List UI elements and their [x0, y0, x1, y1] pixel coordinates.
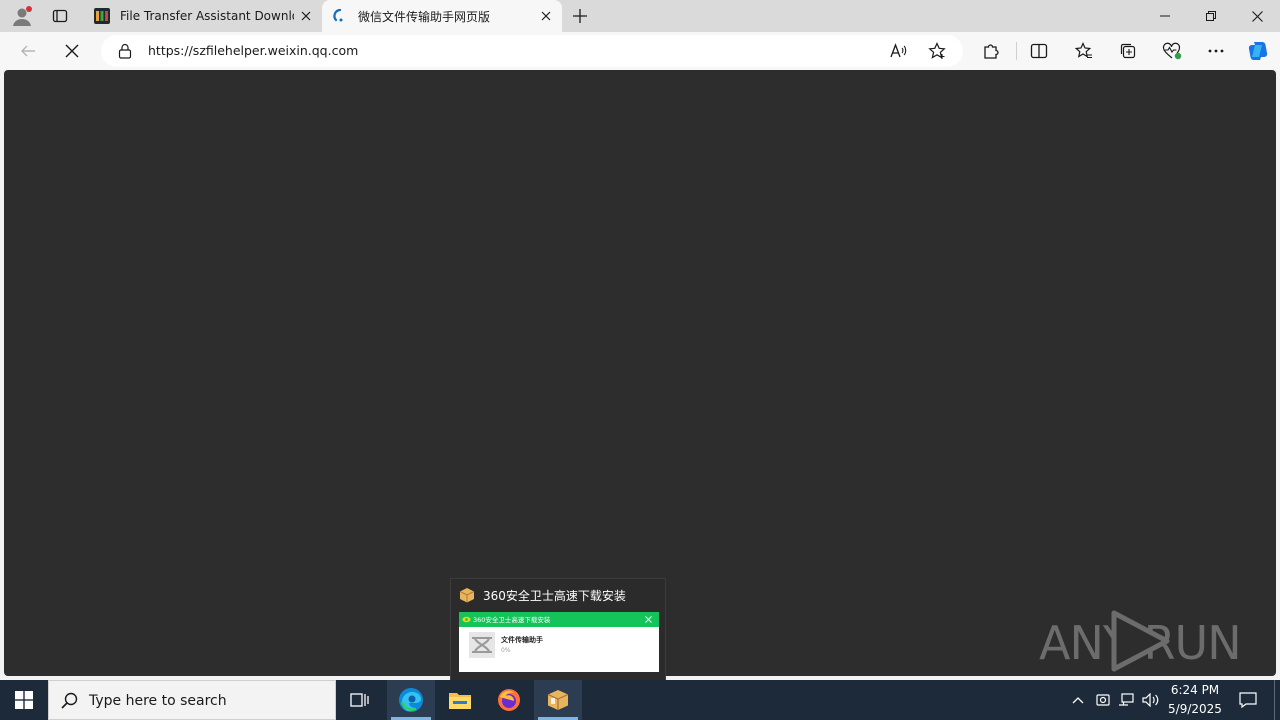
copilot-icon	[1248, 42, 1268, 60]
file-helper-app-icon	[469, 632, 495, 658]
thumbnail-preview[interactable]: 360安全卫士高速下载安装 文件传输助手 0%	[459, 612, 659, 672]
anyrun-watermark: ANY RUN	[1039, 610, 1242, 672]
restore-icon	[1206, 11, 1216, 21]
close-window-button[interactable]	[1234, 0, 1280, 32]
split-screen-button[interactable]	[1023, 35, 1055, 67]
tab-title: File Transfer Assistant Download	[120, 9, 294, 23]
close-icon	[645, 616, 652, 623]
close-icon	[1251, 10, 1263, 22]
new-tab-button[interactable]	[566, 2, 594, 30]
folder-icon	[449, 693, 471, 709]
network-icon	[1119, 693, 1134, 706]
tray-network-button[interactable]	[1115, 680, 1137, 720]
action-center-button[interactable]	[1224, 680, 1272, 720]
edge-browser-icon	[399, 688, 423, 712]
windows-logo-icon	[15, 691, 33, 709]
tab-close-button[interactable]	[534, 4, 558, 28]
stop-loading-button[interactable]	[56, 35, 88, 67]
close-icon	[541, 11, 551, 21]
tab-file-transfer-download[interactable]: File Transfer Assistant Download	[84, 0, 322, 32]
stop-icon	[65, 44, 79, 58]
toolbar-divider	[1016, 42, 1017, 60]
collections-button[interactable]	[1112, 35, 1144, 67]
extensions-button[interactable]	[975, 35, 1007, 67]
thumbnail-title: 360安全卫士高速下载安装	[483, 589, 626, 603]
chevron-up-icon	[1072, 697, 1084, 704]
package-icon	[547, 690, 569, 710]
tab-title: 微信文件传输助手网页版	[358, 9, 491, 24]
package-icon	[459, 588, 475, 603]
taskbar-file-explorer-button[interactable]	[436, 680, 484, 720]
taskbar-firefox-button[interactable]	[485, 680, 533, 720]
favorites-button[interactable]	[1068, 35, 1100, 67]
clock-date[interactable]: 5/9/2025	[1160, 702, 1230, 716]
show-desktop-button[interactable]	[1274, 680, 1275, 720]
shield-icon	[462, 616, 471, 623]
app-favicon-icon	[94, 8, 110, 24]
profile-button[interactable]	[8, 2, 36, 30]
camera-icon	[1096, 694, 1110, 706]
heart-pulse-icon	[1162, 42, 1182, 60]
taskbar-thumbnail-popup[interactable]: 360安全卫士高速下载安装 360安全卫士高速下载安装 文件传输助手 0%	[450, 578, 666, 682]
restore-button[interactable]	[1188, 0, 1234, 32]
firefox-icon	[498, 689, 520, 711]
search-placeholder: Type here to search	[89, 693, 227, 709]
settings-more-button[interactable]	[1200, 35, 1232, 67]
start-button[interactable]	[0, 680, 48, 720]
browser-essentials-button[interactable]	[1156, 35, 1188, 67]
notification-icon	[1239, 692, 1257, 708]
preview-progress: 0%	[501, 647, 511, 654]
task-view-button[interactable]	[336, 680, 384, 720]
preview-header-bar: 360安全卫士高速下载安装	[459, 612, 659, 627]
taskbar-installer-button[interactable]	[534, 680, 582, 720]
tab-strip: File Transfer Assistant Download 微信文件传输助…	[0, 0, 1280, 32]
loading-spinner-icon	[333, 8, 343, 22]
task-view-icon	[350, 693, 369, 707]
profile-icon	[13, 6, 32, 26]
read-aloud-icon[interactable]	[889, 42, 907, 60]
puzzle-icon	[984, 44, 999, 59]
split-screen-icon	[1030, 43, 1048, 59]
taskbar-edge-button[interactable]	[387, 680, 435, 720]
speaker-icon	[1142, 693, 1159, 707]
taskbar: Type here to search 6:24 PM 5/9/2025	[0, 680, 1280, 720]
copilot-button[interactable]	[1242, 35, 1274, 67]
tray-meet-button[interactable]	[1092, 680, 1114, 720]
tab-actions-icon	[52, 9, 68, 23]
address-bar[interactable]: https://szfilehelper.weixin.qq.com	[101, 35, 963, 67]
preview-header-text: 360安全卫士高速下载安装	[473, 616, 551, 624]
plus-icon	[573, 9, 587, 23]
close-icon	[301, 11, 311, 21]
back-arrow-icon	[21, 45, 35, 57]
play-logo-icon	[1111, 610, 1170, 672]
minimize-button[interactable]	[1142, 0, 1188, 32]
preview-item-name: 文件传输助手	[501, 636, 543, 644]
clock-time[interactable]: 6:24 PM	[1160, 683, 1230, 697]
tab-actions-button[interactable]	[46, 2, 74, 30]
show-hidden-icons-button[interactable]	[1066, 680, 1090, 720]
search-icon	[61, 692, 78, 709]
back-button[interactable]	[12, 35, 44, 67]
more-dots-icon	[1208, 49, 1224, 53]
add-favorite-icon[interactable]	[928, 42, 946, 60]
lock-icon[interactable]	[118, 43, 132, 59]
collections-icon	[1120, 43, 1136, 59]
tab-wechat-file-helper[interactable]: 微信文件传输助手网页版	[322, 0, 562, 32]
tab-close-button[interactable]	[294, 4, 318, 28]
url-text[interactable]: https://szfilehelper.weixin.qq.com	[148, 43, 358, 58]
favorites-icon	[1075, 42, 1092, 59]
taskbar-search-box[interactable]: Type here to search	[48, 680, 336, 720]
minimize-icon	[1160, 15, 1170, 17]
